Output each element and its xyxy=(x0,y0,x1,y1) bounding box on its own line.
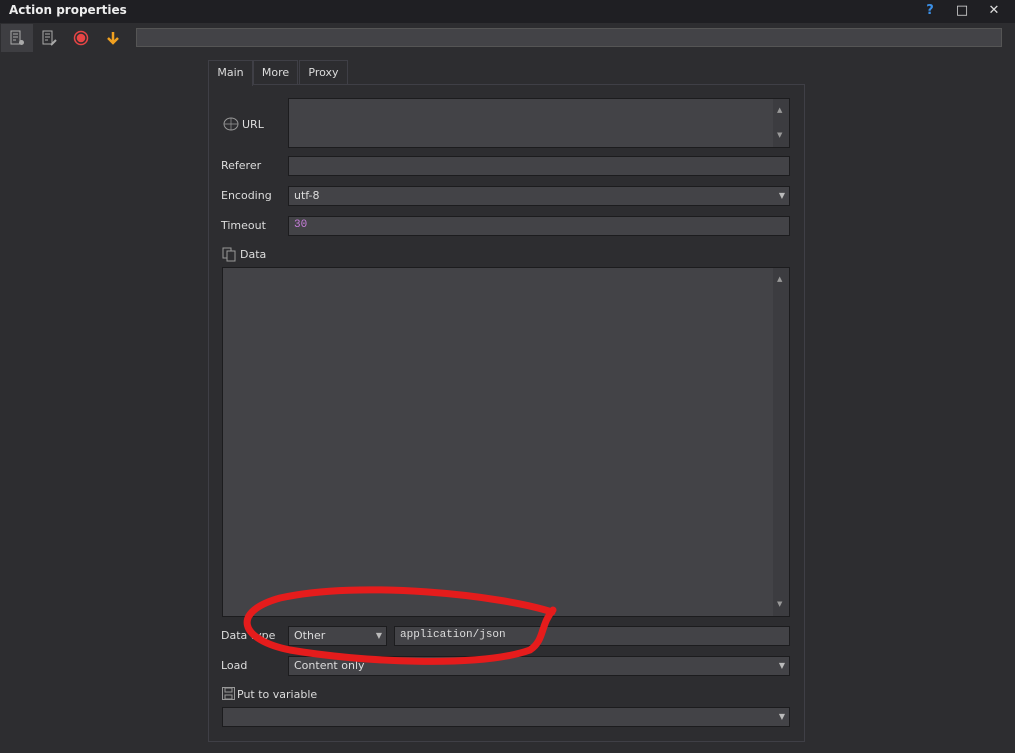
tab-main[interactable]: Main xyxy=(208,60,253,86)
content-type-input[interactable]: application/json xyxy=(394,626,790,646)
referer-label: Referer xyxy=(221,159,262,172)
edit-icon[interactable] xyxy=(33,24,65,52)
data-type-label: Data type xyxy=(221,629,276,642)
variable-select[interactable]: ▼ xyxy=(222,707,790,727)
encoding-select[interactable]: utf-8 ▼ xyxy=(288,186,790,206)
load-label: Load xyxy=(221,659,248,672)
properties-icon[interactable] xyxy=(1,24,33,52)
referer-input[interactable] xyxy=(288,156,790,176)
copy-icon xyxy=(222,247,236,265)
toolbar-input[interactable] xyxy=(136,28,1002,47)
save-icon xyxy=(222,687,235,703)
title-bar: Action properties ? □ ✕ xyxy=(0,0,1015,23)
tab-proxy[interactable]: Proxy xyxy=(299,60,348,85)
chevron-down-icon: ▼ xyxy=(778,712,785,721)
data-type-select[interactable]: Other ▼ xyxy=(288,626,387,646)
tab-more[interactable]: More xyxy=(253,60,298,85)
help-button[interactable]: ? xyxy=(916,0,944,23)
timeout-label: Timeout xyxy=(221,219,266,232)
chevron-down-icon: ▼ xyxy=(375,631,382,640)
load-select[interactable]: Content only ▼ xyxy=(288,656,790,676)
data-textarea[interactable]: ▲ ▼ xyxy=(222,267,790,617)
timeout-input[interactable]: 30 xyxy=(288,216,790,236)
load-value: Content only xyxy=(294,659,365,672)
url-scrollbar[interactable]: ▲ ▼ xyxy=(773,99,789,147)
put-to-variable-label: Put to variable xyxy=(237,688,318,701)
encoding-value: utf-8 xyxy=(294,189,320,202)
url-label: URL xyxy=(242,118,264,131)
chevron-down-icon: ▼ xyxy=(778,661,785,670)
record-icon[interactable] xyxy=(65,24,97,52)
maximize-button[interactable]: □ xyxy=(948,0,976,23)
data-label: Data xyxy=(240,248,267,261)
close-button[interactable]: ✕ xyxy=(980,0,1008,23)
window-title: Action properties xyxy=(9,3,127,17)
data-type-value: Other xyxy=(294,629,326,642)
chevron-down-icon: ▼ xyxy=(778,191,785,200)
download-arrow-icon[interactable] xyxy=(97,24,129,52)
globe-icon xyxy=(223,117,239,134)
url-input[interactable]: ▲ ▼ xyxy=(288,98,790,148)
encoding-label: Encoding xyxy=(221,189,272,202)
data-scrollbar[interactable]: ▲ ▼ xyxy=(773,268,789,616)
